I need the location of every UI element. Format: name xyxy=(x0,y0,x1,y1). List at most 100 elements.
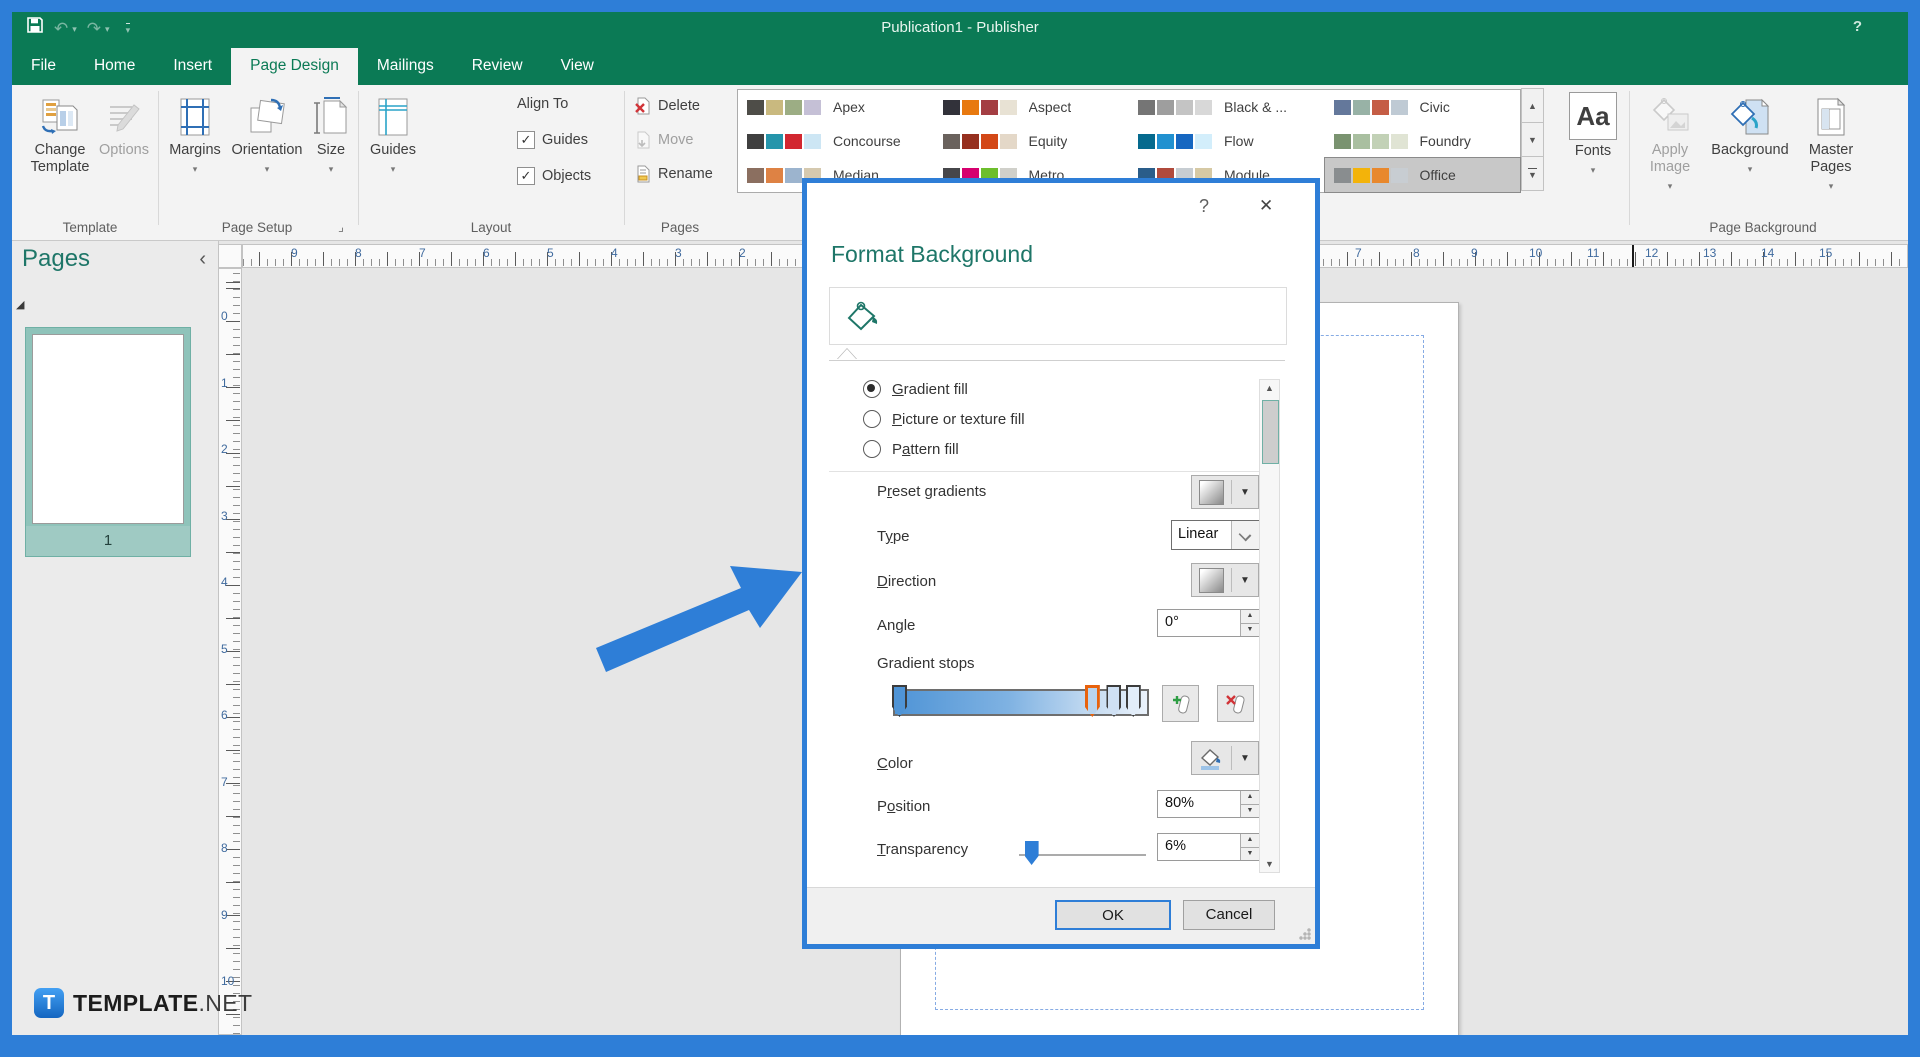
spin-down-icon[interactable]: ▼ xyxy=(1241,848,1259,861)
group-separator xyxy=(158,91,159,225)
tab-file[interactable]: File xyxy=(12,48,75,85)
gradient-fill-radio[interactable]: Gradient fill xyxy=(863,380,968,398)
dropdown-caret-icon: ▼ xyxy=(1240,487,1250,498)
preset-gradients-dropdown[interactable]: ▼ xyxy=(1191,475,1259,509)
scheme-item-equity[interactable]: Equity xyxy=(934,124,1130,158)
spin-down-icon[interactable]: ▼ xyxy=(1241,805,1259,818)
margins-button[interactable]: Margins ▾ xyxy=(165,92,225,178)
vertical-ruler[interactable]: 012345678910 xyxy=(218,268,242,1035)
group-label-template: Template xyxy=(26,220,154,235)
dialog-scrollbar[interactable]: ▲ ▼ xyxy=(1259,379,1280,873)
selected-tab-caret-icon xyxy=(837,349,857,360)
rename-icon xyxy=(634,165,652,183)
scheme-item-aspect[interactable]: Aspect xyxy=(934,90,1130,124)
spin-up-icon[interactable]: ▲ xyxy=(1241,834,1259,848)
pattern-fill-radio[interactable]: Pattern fill xyxy=(863,440,959,458)
tab-insert[interactable]: Insert xyxy=(154,48,231,85)
page-thumbnail[interactable]: 1 xyxy=(25,327,191,557)
dialog-close-icon[interactable]: ✕ xyxy=(1259,196,1273,216)
options-button[interactable]: Options xyxy=(96,92,152,159)
tab-home[interactable]: Home xyxy=(75,48,154,85)
position-spinner[interactable]: 80% ▲▼ xyxy=(1157,790,1260,818)
scrollbar-thumb[interactable] xyxy=(1262,400,1279,464)
schemes-scroll-down-icon[interactable]: ▼ xyxy=(1521,122,1544,157)
size-button[interactable]: Size ▾ xyxy=(308,92,354,178)
scheme-item-office[interactable]: Office xyxy=(1325,158,1521,192)
type-combobox[interactable]: Linear xyxy=(1171,520,1260,550)
guides-button[interactable]: Guides ▾ xyxy=(364,92,422,178)
tab-page-design[interactable]: Page Design xyxy=(231,48,358,85)
radio-selected-icon xyxy=(863,380,881,398)
scheme-item-civic[interactable]: Civic xyxy=(1325,90,1521,124)
ok-button[interactable]: OK xyxy=(1055,900,1171,930)
scroll-down-icon[interactable]: ▼ xyxy=(1260,859,1279,869)
schemes-more-icon[interactable]: ▼ xyxy=(1521,156,1544,191)
add-stop-icon xyxy=(1169,692,1193,716)
transparency-spinner[interactable]: 6% ▲▼ xyxy=(1157,833,1260,861)
remove-gradient-stop-button[interactable] xyxy=(1217,685,1254,722)
scheme-item-concourse[interactable]: Concourse xyxy=(738,124,934,158)
picture-texture-fill-radio[interactable]: Picture or texture fill xyxy=(863,410,1025,428)
type-value: Linear xyxy=(1172,521,1231,549)
scheme-item-apex[interactable]: Apex xyxy=(738,90,934,124)
move-page-button[interactable]: Move xyxy=(634,128,693,152)
dialog-help-icon[interactable]: ? xyxy=(1199,196,1209,217)
scheme-swatch xyxy=(1334,168,1351,183)
format-background-dialog[interactable]: ? ✕ Format Background Gradient fill Pict… xyxy=(802,178,1320,949)
orientation-icon xyxy=(245,92,289,142)
background-button[interactable]: Background ▾ xyxy=(1710,92,1790,178)
page-setup-dialog-launcher-icon[interactable]: ⌟ xyxy=(338,219,344,235)
tab-review[interactable]: Review xyxy=(453,48,542,85)
scheme-name: Concourse xyxy=(833,133,901,149)
titlebar: ↶▾ ↷▾ ▾ Publication1 - Publisher ? xyxy=(12,12,1908,46)
resize-grip-icon[interactable] xyxy=(1299,928,1311,940)
fill-bucket-icon[interactable] xyxy=(842,296,882,336)
transparency-slider-handle[interactable] xyxy=(1025,841,1039,865)
fonts-button[interactable]: Aa Fonts ▾ xyxy=(1564,92,1622,179)
combo-chevron-icon[interactable] xyxy=(1231,521,1259,549)
apply-image-button[interactable]: Apply Image ▾ xyxy=(1636,92,1704,195)
scheme-item-flow[interactable]: Flow xyxy=(1129,124,1325,158)
color-dropdown[interactable]: ▼ xyxy=(1191,741,1259,775)
background-dropdown-caret: ▾ xyxy=(1748,161,1753,178)
scheme-swatch xyxy=(1391,134,1408,149)
tab-view[interactable]: View xyxy=(542,48,613,85)
tab-divider xyxy=(829,360,1285,361)
fonts-label: Fonts xyxy=(1575,143,1611,160)
scroll-up-icon[interactable]: ▲ xyxy=(1260,383,1279,393)
scheme-swatch xyxy=(1138,134,1155,149)
orientation-button[interactable]: Orientation ▾ xyxy=(230,92,304,178)
scheme-swatch xyxy=(1391,168,1408,183)
collapse-panel-icon[interactable]: ‹ xyxy=(199,248,206,271)
cancel-button[interactable]: Cancel xyxy=(1183,900,1275,930)
ruler-number: 5 xyxy=(547,246,554,260)
angle-spinner[interactable]: 0° ▲▼ xyxy=(1157,609,1260,637)
spin-down-icon[interactable]: ▼ xyxy=(1241,624,1259,637)
guides-label: Guides xyxy=(370,142,416,159)
scheme-name: Black & ... xyxy=(1224,99,1287,115)
add-gradient-stop-button[interactable] xyxy=(1162,685,1199,722)
spin-up-icon[interactable]: ▲ xyxy=(1241,610,1259,624)
master-pages-dropdown-caret: ▾ xyxy=(1829,178,1834,195)
group-separator xyxy=(358,91,359,225)
schemes-gallery-scroll: ▲ ▼ ▼ xyxy=(1521,89,1544,191)
align-objects-checkbox[interactable]: ✓ Objects xyxy=(517,167,591,185)
scheme-swatch xyxy=(943,100,960,115)
ruler-corner-box xyxy=(218,244,242,268)
guides-icon xyxy=(374,92,412,142)
scheme-item-foundry[interactable]: Foundry xyxy=(1325,124,1521,158)
align-guides-checkbox[interactable]: ✓ Guides xyxy=(517,131,588,149)
rename-page-button[interactable]: Rename xyxy=(634,162,713,186)
schemes-scroll-up-icon[interactable]: ▲ xyxy=(1521,88,1544,123)
scheme-swatch xyxy=(747,168,764,183)
delete-page-button[interactable]: Delete xyxy=(634,94,700,118)
help-icon[interactable]: ? xyxy=(1853,18,1862,35)
spin-up-icon[interactable]: ▲ xyxy=(1241,791,1259,805)
options-icon xyxy=(104,92,144,142)
change-template-button[interactable]: Change Template xyxy=(28,92,92,176)
direction-dropdown[interactable]: ▼ xyxy=(1191,563,1259,597)
scheme-item-black-[interactable]: Black & ... xyxy=(1129,90,1325,124)
tab-mailings[interactable]: Mailings xyxy=(358,48,453,85)
master-pages-button[interactable]: Master Pages ▾ xyxy=(1796,92,1866,195)
apply-image-icon xyxy=(1648,92,1692,142)
